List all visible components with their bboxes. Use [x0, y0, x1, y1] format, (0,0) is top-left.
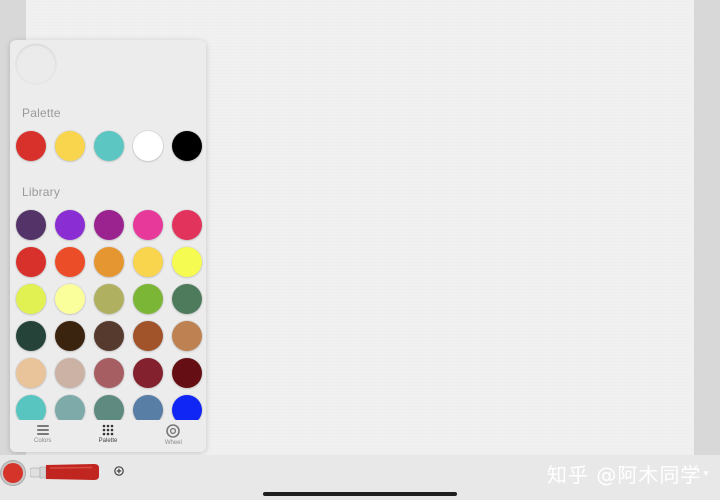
library-swatch[interactable] [55, 321, 85, 351]
library-swatch[interactable] [172, 210, 202, 240]
library-swatch[interactable] [55, 210, 85, 240]
library-swatch[interactable] [94, 321, 124, 351]
tab-wheel[interactable]: Wheel [141, 420, 206, 452]
palette-swatches [16, 131, 202, 161]
library-swatch[interactable] [172, 358, 202, 388]
color-picker-popover: Palette Library Colors Palette Wheel [10, 40, 206, 452]
home-indicator[interactable] [263, 492, 457, 496]
library-swatch[interactable] [16, 321, 46, 351]
library-swatch[interactable] [172, 284, 202, 314]
library-swatch[interactable] [94, 284, 124, 314]
watermark-text: 知乎 @阿木同学 [547, 463, 702, 487]
tab-palette-label: Palette [98, 438, 118, 444]
palette-swatch[interactable] [172, 131, 202, 161]
tab-colors-label: Colors [33, 438, 52, 444]
library-swatch[interactable] [133, 358, 163, 388]
library-swatch[interactable] [133, 247, 163, 277]
chevron-down-icon: ▼ [702, 469, 710, 478]
library-swatch[interactable] [55, 358, 85, 388]
library-swatch[interactable] [94, 247, 124, 277]
grid-dots-icon [102, 424, 114, 436]
current-color-button[interactable] [3, 463, 23, 483]
library-swatch[interactable] [16, 358, 46, 388]
color-tab-bar: Colors Palette Wheel [10, 420, 206, 452]
library-swatch[interactable] [94, 358, 124, 388]
library-swatch[interactable] [133, 284, 163, 314]
library-swatch[interactable] [16, 210, 46, 240]
palette-swatch[interactable] [16, 131, 46, 161]
library-title: Library [22, 185, 61, 199]
tab-colors[interactable]: Colors [10, 420, 75, 452]
library-swatch[interactable] [133, 321, 163, 351]
palette-swatch[interactable] [133, 131, 163, 161]
palette-title: Palette [22, 106, 61, 120]
palette-swatch[interactable] [94, 131, 124, 161]
tab-wheel-label: Wheel [164, 440, 182, 446]
current-color-swatch[interactable] [16, 44, 56, 84]
library-swatch[interactable] [94, 210, 124, 240]
add-color-icon[interactable] [114, 466, 124, 476]
library-swatches [16, 210, 202, 425]
library-swatch[interactable] [133, 210, 163, 240]
paint-tube-icon[interactable] [30, 463, 100, 481]
right-gutter [694, 0, 720, 455]
library-swatch[interactable] [172, 247, 202, 277]
color-wheel-icon [166, 424, 181, 438]
library-swatch[interactable] [55, 284, 85, 314]
library-swatch[interactable] [16, 247, 46, 277]
bottom-toolbar: 知乎 @阿木同学 ▼ [0, 455, 720, 500]
tab-palette[interactable]: Palette [75, 420, 140, 452]
layers-icon [36, 425, 49, 435]
library-swatch[interactable] [172, 321, 202, 351]
library-swatch[interactable] [55, 247, 85, 277]
palette-swatch[interactable] [55, 131, 85, 161]
library-swatch[interactable] [16, 284, 46, 314]
